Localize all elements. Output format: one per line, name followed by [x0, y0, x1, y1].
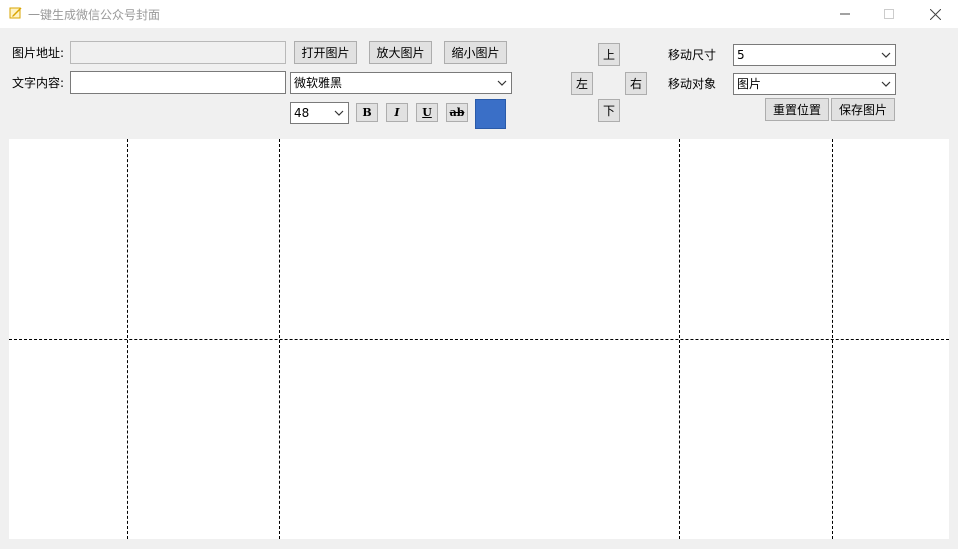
font-size-value: 48: [294, 106, 310, 120]
save-image-button[interactable]: 保存图片: [831, 98, 895, 121]
zoom-in-button[interactable]: 放大图片: [369, 41, 432, 64]
image-path-label: 图片地址:: [12, 46, 65, 60]
move-target-label: 移动对象: [668, 77, 717, 91]
open-image-button[interactable]: 打开图片: [294, 41, 357, 64]
bold-button[interactable]: B: [356, 103, 378, 122]
move-up-button[interactable]: 上: [598, 43, 620, 66]
minimize-button[interactable]: [822, 0, 868, 28]
minimize-icon: [840, 13, 850, 15]
font-family-select[interactable]: 微软雅黑: [290, 72, 512, 94]
guide-line-horizontal: [9, 339, 949, 340]
move-down-button[interactable]: 下: [598, 99, 620, 122]
chevron-down-icon: [881, 52, 891, 58]
close-icon: [929, 8, 941, 20]
chevron-down-icon: [881, 81, 891, 87]
italic-button[interactable]: I: [386, 103, 408, 122]
reset-position-button[interactable]: 重置位置: [765, 98, 829, 121]
window-title: 一键生成微信公众号封面: [28, 8, 161, 22]
underline-button[interactable]: U: [416, 103, 438, 122]
strikethrough-button[interactable]: ab: [446, 103, 468, 122]
text-content-field[interactable]: [70, 71, 286, 94]
font-family-value: 微软雅黑: [294, 76, 343, 90]
app-edit-icon: [9, 7, 22, 19]
text-content-label: 文字内容:: [12, 76, 65, 90]
image-path-input[interactable]: [71, 42, 285, 63]
zoom-out-button[interactable]: 缩小图片: [444, 41, 507, 64]
preview-canvas[interactable]: [9, 139, 949, 539]
move-step-label: 移动尺寸: [668, 48, 717, 62]
move-target-select[interactable]: 图片: [733, 73, 896, 95]
move-step-value: 5: [737, 48, 745, 62]
font-size-select[interactable]: 48: [290, 102, 349, 124]
maximize-button[interactable]: [866, 0, 912, 28]
chevron-down-icon: [497, 80, 507, 86]
move-right-button[interactable]: 右: [625, 72, 647, 95]
text-color-button[interactable]: [475, 99, 506, 129]
close-button[interactable]: [912, 0, 958, 28]
maximize-icon: [884, 9, 894, 19]
move-target-value: 图片: [737, 77, 762, 91]
text-content-input[interactable]: [71, 72, 285, 93]
title-bar: 一键生成微信公众号封面: [0, 0, 958, 28]
move-left-button[interactable]: 左: [571, 72, 593, 95]
move-step-select[interactable]: 5: [733, 44, 896, 66]
image-path-field[interactable]: [70, 41, 286, 64]
chevron-down-icon: [334, 110, 344, 116]
